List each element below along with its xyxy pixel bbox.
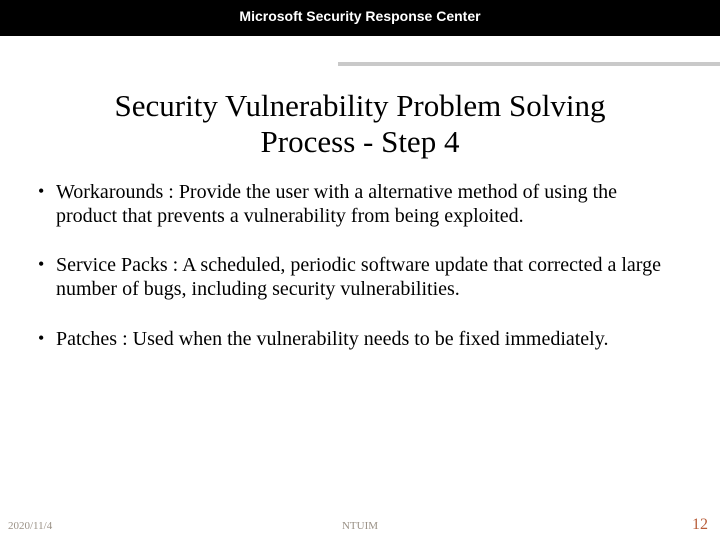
bullet-list: Workarounds : Provide the user with a al…	[0, 181, 720, 351]
header-bar: Microsoft Security Response Center	[0, 0, 720, 36]
header-title: Microsoft Security Response Center	[0, 8, 720, 24]
bullet-item: Workarounds : Provide the user with a al…	[56, 181, 672, 228]
header-accent	[0, 36, 720, 70]
slide-title: Security Vulnerability Problem Solving P…	[0, 88, 720, 159]
slide-title-line1: Security Vulnerability Problem Solving	[115, 88, 606, 123]
footer-page-number: 12	[692, 516, 708, 534]
bullet-item: Patches : Used when the vulnerability ne…	[56, 328, 672, 352]
header-accent-shadow	[338, 62, 720, 66]
footer-center: NTUIM	[0, 520, 720, 532]
bullet-item: Service Packs : A scheduled, periodic so…	[56, 254, 672, 301]
slide-title-line2: Process - Step 4	[261, 124, 460, 159]
